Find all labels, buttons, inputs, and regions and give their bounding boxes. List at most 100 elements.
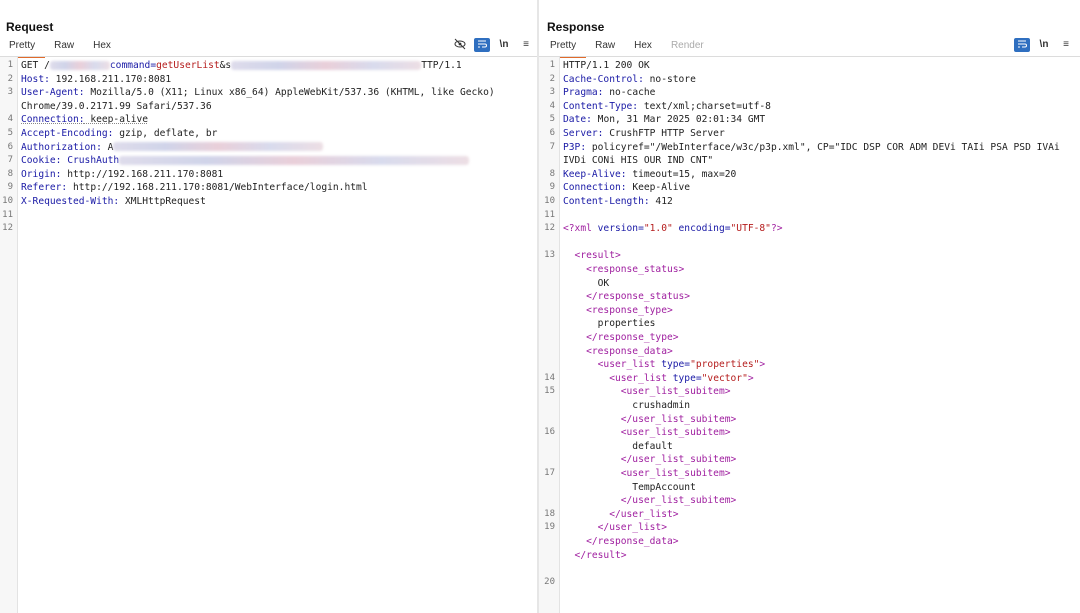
code-text: Authorization: A — [21, 141, 324, 155]
tab-raw[interactable]: Raw — [586, 38, 625, 56]
code-line: <user_list type="properties"> — [539, 358, 1080, 372]
code-line: 4 Content-Type: text/xml;charset=utf-8 — [539, 100, 1080, 114]
code-line: 2 Host: 192.168.211.170:8081 — [0, 73, 537, 87]
line-number: 7 — [7, 155, 13, 166]
line-number: 20 — [544, 576, 555, 587]
wrap-lines-icon[interactable] — [474, 38, 490, 52]
code-line: 3 User-Agent: Mozilla/5.0 (X11; Linux x86… — [0, 86, 537, 100]
response-toolbar: \n ≡ — [1014, 38, 1074, 52]
newline-icon[interactable]: \n — [1036, 38, 1052, 52]
code-line: 6 Server: CrushFTP HTTP Server — [539, 127, 1080, 141]
code-token: Content-Type: — [563, 100, 639, 112]
code-text: HTTP/1.1 200 OK — [563, 59, 650, 73]
code-line: </user_list_subitem> — [539, 413, 1080, 427]
code-token: Mon, 31 Mar 2025 02:01:34 GMT — [591, 114, 766, 126]
code-text: Server: CrushFTP HTTP Server — [563, 127, 725, 141]
code-token: http://192.168.211.170:8081/WebInterface… — [67, 182, 368, 194]
code-token: </user_list_subitem> — [563, 454, 737, 466]
code-text: </user_list_subitem> — [563, 413, 737, 427]
code-token: </response_type> — [563, 332, 679, 343]
code-line: 8 Keep-Alive: timeout=15, max=20 — [539, 168, 1080, 182]
code-token: CrushAuth — [61, 155, 120, 167]
code-text: Accept-Encoding: gzip, deflate, br — [21, 127, 217, 141]
menu-icon[interactable]: ≡ — [518, 38, 534, 52]
tab-raw[interactable]: Raw — [45, 38, 84, 56]
code-token: <response_status> — [563, 264, 685, 275]
newline-icon[interactable]: \n — [496, 38, 512, 52]
code-line: 1 HTTP/1.1 200 OK — [539, 59, 1080, 73]
tab-hex[interactable]: Hex — [84, 38, 121, 56]
code-token: <?xml — [563, 223, 598, 235]
code-token: <user_list — [563, 359, 662, 371]
code-line: default — [539, 440, 1080, 454]
code-token: default — [563, 440, 673, 452]
code-text: <user_list type="vector"> — [563, 372, 753, 386]
code-text: <response_data> — [563, 345, 673, 359]
code-token: Host: — [21, 73, 50, 85]
code-token: timeout=15, max=20 — [626, 168, 737, 180]
code-token: Date: — [563, 114, 592, 126]
code-line: 7 P3P: policyref="/WebInterface/w3c/p3p.x… — [539, 141, 1080, 155]
code-token: Content-Length: — [563, 196, 650, 207]
tab-pretty[interactable]: Pretty — [0, 38, 46, 58]
line-number: 1 — [7, 60, 13, 70]
code-token: <user_list_subitem> — [563, 427, 731, 439]
code-line: 4 Connection: keep-alive — [0, 113, 537, 127]
code-line: 12 — [0, 222, 537, 236]
request-tabs: Pretty Raw Hex — [0, 38, 121, 58]
code-token: 192.168.211.170:8081 — [49, 73, 172, 85]
code-line: <response_status> — [539, 263, 1080, 277]
menu-icon[interactable]: ≡ — [1058, 38, 1074, 52]
redacted-text — [119, 155, 470, 165]
eye-slash-icon[interactable] — [452, 38, 468, 52]
line-number: 4 — [7, 114, 13, 125]
code-line: 15 <user_list_subitem> — [539, 385, 1080, 399]
request-editor[interactable]: 1 GET / command=getUserList&s TTP/1.1 2 Host:… — [0, 57, 537, 613]
code-text: </result> — [563, 549, 627, 563]
code-token: type= — [661, 359, 691, 371]
code-line: 13 <result> — [539, 249, 1080, 263]
response-editor[interactable]: 1 HTTP/1.1 200 OK 2 Cache-Control: no-store… — [539, 57, 1080, 613]
line-number: 19 — [544, 522, 555, 533]
code-token: command= — [109, 60, 157, 71]
code-token: Accept-Encoding: — [21, 128, 114, 139]
line-number: 8 — [549, 168, 555, 179]
code-line: 7 Cookie: CrushAuth — [0, 154, 537, 168]
redacted-text — [113, 142, 324, 152]
code-token: gzip, deflate, br — [113, 128, 218, 139]
code-text: </user_list_subitem> — [563, 453, 737, 467]
code-token: CrushFTP HTTP Server — [603, 128, 725, 139]
line-number: 2 — [549, 73, 555, 84]
code-text: Date: Mon, 31 Mar 2025 02:01:34 GMT — [563, 113, 765, 127]
line-number: 2 — [7, 73, 13, 84]
code-token: ?> — [770, 223, 783, 235]
code-token: no-cache — [603, 87, 656, 99]
code-token: version= — [597, 223, 644, 235]
code-line: Chrome/39.0.2171.99 Safari/537.36 — [0, 100, 537, 114]
code-line: 1 GET / command=getUserList&s TTP/1.1 — [0, 59, 537, 73]
code-line: 14 <user_list type="vector"> — [539, 372, 1080, 386]
code-token: Pragma: — [563, 87, 604, 99]
response-tabs: Pretty Raw Hex Render — [541, 38, 714, 58]
code-line: </result> — [539, 549, 1080, 563]
code-text: IVDi CONi HIS OUR IND CNT" — [563, 154, 713, 168]
code-line: </user_list_subitem> — [539, 453, 1080, 467]
code-token: TTP/1.1 — [421, 60, 462, 71]
code-text: GET / command=getUserList&s TTP/1.1 — [21, 59, 462, 73]
response-title: Response — [547, 20, 605, 34]
tab-pretty[interactable]: Pretty — [541, 38, 587, 58]
line-number: 5 — [7, 128, 13, 138]
line-number: 3 — [549, 87, 555, 98]
code-line: IVDi CONi HIS OUR IND CNT" — [539, 154, 1080, 168]
redacted-text — [49, 60, 110, 70]
code-text: Referer: http://192.168.211.170:8081/Web… — [21, 181, 368, 195]
code-text: Cookie: CrushAuth — [21, 154, 470, 168]
tab-hex[interactable]: Hex — [625, 38, 662, 56]
tab-render[interactable]: Render — [662, 38, 714, 56]
wrap-lines-icon[interactable] — [1014, 38, 1030, 52]
code-token: </user_list_subitem> — [563, 495, 737, 507]
code-text: properties — [563, 317, 656, 331]
line-number: 17 — [544, 468, 555, 478]
code-line: 10 Content-Length: 412 — [539, 195, 1080, 209]
